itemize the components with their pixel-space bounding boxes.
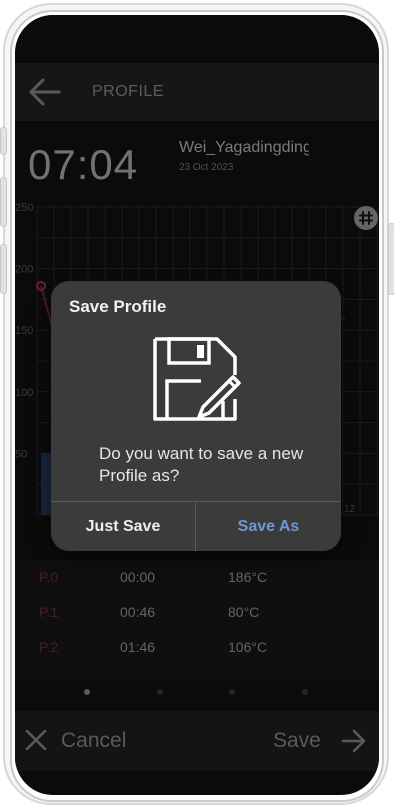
side-button-volume-down xyxy=(0,244,7,294)
side-button-power xyxy=(388,223,394,295)
save-profile-dialog: Save Profile Do you want to save a new P… xyxy=(51,281,341,551)
dialog-title: Save Profile xyxy=(69,297,167,316)
dialog-message: Do you want to save a new Profile as? xyxy=(99,444,304,485)
screen: PROFILE 07:04 Wei_Yagadingding 23 Oct 20… xyxy=(15,15,379,795)
floppy-disk-edit-icon xyxy=(153,337,241,421)
side-button-volume-up xyxy=(0,177,7,227)
save-as-button[interactable]: Save As xyxy=(196,502,341,551)
just-save-button[interactable]: Just Save xyxy=(51,502,195,551)
side-button-mute xyxy=(0,127,7,155)
